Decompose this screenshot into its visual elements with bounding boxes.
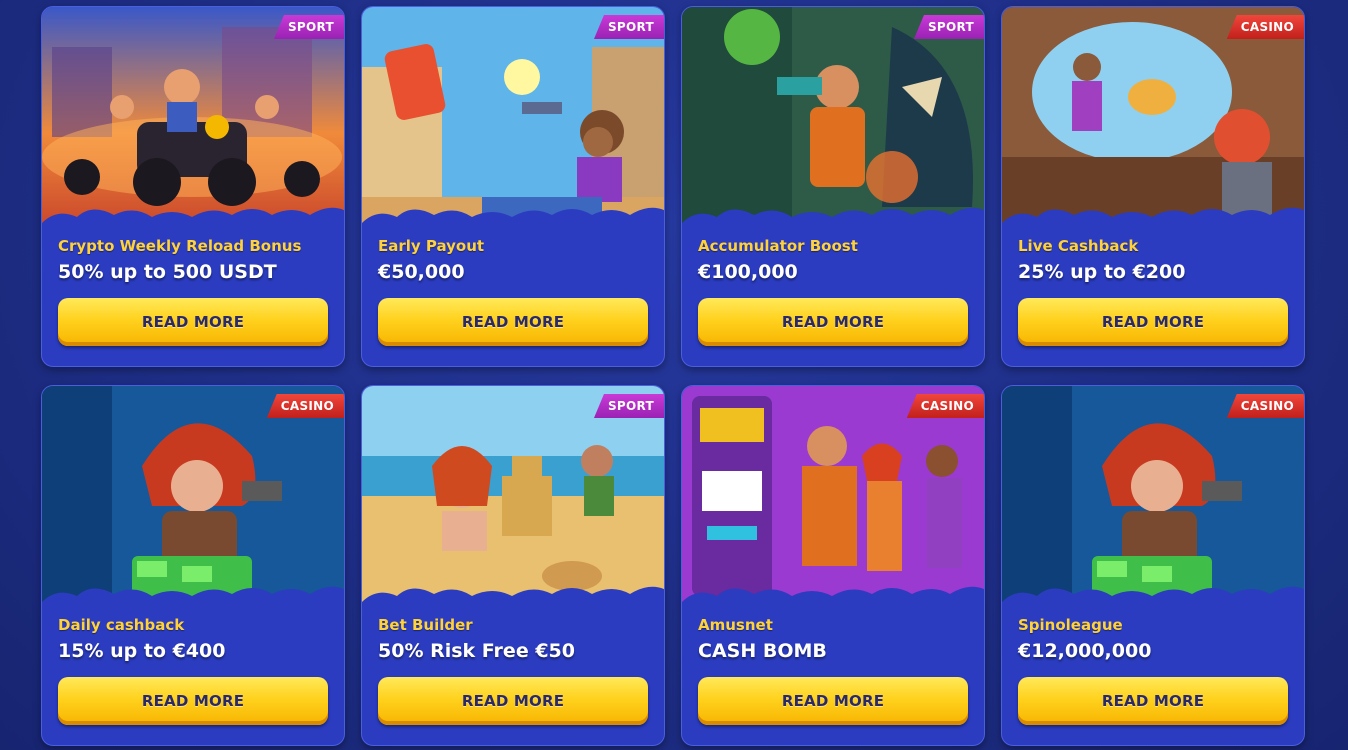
read-more-button[interactable]: READ MORE <box>1018 298 1288 346</box>
promo-category: Accumulator Boost <box>698 237 858 255</box>
read-more-button[interactable]: READ MORE <box>698 677 968 725</box>
promo-category: Bet Builder <box>378 616 473 634</box>
read-more-button[interactable]: READ MORE <box>1018 677 1288 725</box>
promo-offer: 50% up to 500 USDT <box>58 261 277 283</box>
casino-badge: CASINO <box>1226 15 1304 39</box>
read-more-label: READ MORE <box>781 313 885 331</box>
promo-offer: 50% Risk Free €50 <box>378 640 575 662</box>
promo-offer: 15% up to €400 <box>58 640 226 662</box>
read-more-button[interactable]: READ MORE <box>58 298 328 346</box>
read-more-button[interactable]: READ MORE <box>378 677 648 725</box>
promo-category: Live Cashback <box>1018 237 1139 255</box>
casino-badge: CASINO <box>266 394 344 418</box>
promo-card-accumulator-boost[interactable]: SPORT Accumulator Boost €100,000 READ MO… <box>681 6 985 367</box>
read-more-label: READ MORE <box>1101 692 1205 710</box>
promo-card-bet-builder[interactable]: SPORT Bet Builder 50% Risk Free €50 READ… <box>361 385 665 746</box>
casino-badge: CASINO <box>906 394 984 418</box>
promo-card-spinoleague[interactable]: CASINO Spinoleague €12,000,000 READ MORE <box>1001 385 1305 746</box>
read-more-button[interactable]: READ MORE <box>698 298 968 346</box>
promo-category: Spinoleague <box>1018 616 1123 634</box>
promo-category: Early Payout <box>378 237 485 255</box>
read-more-label: READ MORE <box>141 692 245 710</box>
promo-offer: €100,000 <box>698 261 798 283</box>
casino-badge: CASINO <box>1226 394 1304 418</box>
promo-card-early-payout[interactable]: SPORT Early Payout €50,000 READ MORE <box>361 6 665 367</box>
read-more-label: READ MORE <box>461 692 565 710</box>
promo-offer: CASH BOMB <box>698 640 827 662</box>
promo-card-live-cashback[interactable]: CASINO Live Cashback 25% up to €200 READ… <box>1001 6 1305 367</box>
sport-badge: SPORT <box>593 15 664 39</box>
promo-category: Crypto Weekly Reload Bonus <box>58 237 302 255</box>
promo-offer: 25% up to €200 <box>1018 261 1186 283</box>
promo-card-daily-cashback[interactable]: CASINO Daily cashback 15% up to €400 REA… <box>41 385 345 746</box>
sport-badge: SPORT <box>593 394 664 418</box>
read-more-button[interactable]: READ MORE <box>378 298 648 346</box>
sport-badge: SPORT <box>913 15 984 39</box>
promotions-grid: SPORT Crypto Weekly Reload Bonus 50% up … <box>41 6 1305 746</box>
read-more-label: READ MORE <box>141 313 245 331</box>
promo-category: Daily cashback <box>58 616 185 634</box>
read-more-label: READ MORE <box>1101 313 1205 331</box>
sport-badge: SPORT <box>273 15 344 39</box>
promo-category: Amusnet <box>698 616 773 634</box>
read-more-label: READ MORE <box>461 313 565 331</box>
promo-offer: €12,000,000 <box>1018 640 1152 662</box>
promo-card-crypto-weekly-reload[interactable]: SPORT Crypto Weekly Reload Bonus 50% up … <box>41 6 345 367</box>
promo-card-amusnet[interactable]: CASINO Amusnet CASH BOMB READ MORE <box>681 385 985 746</box>
read-more-label: READ MORE <box>781 692 885 710</box>
read-more-button[interactable]: READ MORE <box>58 677 328 725</box>
promo-offer: €50,000 <box>378 261 465 283</box>
